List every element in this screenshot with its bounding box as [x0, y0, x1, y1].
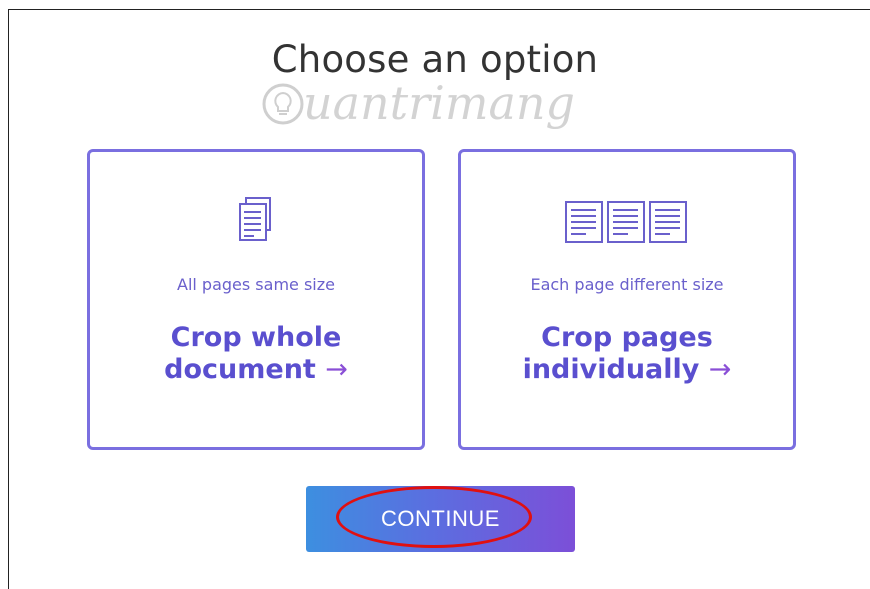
option-subtitle: Each page different size: [530, 275, 724, 294]
page-title: Choose an option: [271, 38, 599, 81]
action-line-2: individually: [522, 354, 700, 385]
single-document-icon: [239, 197, 271, 241]
icon-container: [461, 192, 793, 252]
option-crop-pages-individually[interactable]: Each page different size Crop pages indi…: [458, 149, 796, 450]
arrow-right-icon: →: [708, 354, 732, 385]
action-line-1: Crop whole: [170, 322, 342, 353]
arrow-right-icon: →: [325, 354, 348, 385]
action-line-2: document: [164, 354, 316, 385]
option-subtitle: All pages same size: [177, 275, 335, 294]
option-action-link[interactable]: Crop pages individually →: [461, 322, 793, 386]
multiple-documents-icon: [565, 201, 687, 243]
option-crop-whole-document[interactable]: All pages same size Crop whole document …: [87, 149, 425, 450]
option-action-link[interactable]: Crop whole document →: [90, 322, 422, 386]
action-line-1: Crop pages: [541, 322, 713, 353]
continue-button[interactable]: CONTINUE: [306, 486, 575, 552]
icon-container: [90, 192, 422, 252]
